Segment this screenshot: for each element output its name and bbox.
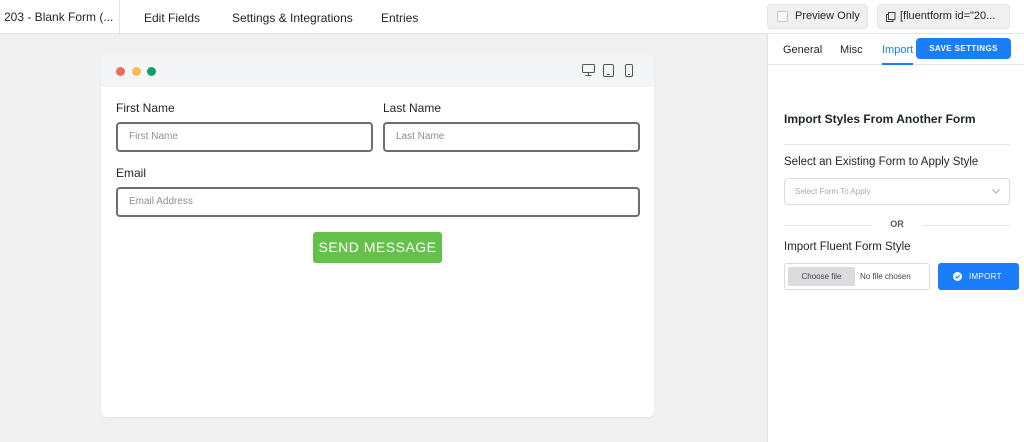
choose-file-button[interactable]: Choose file [788,267,855,286]
preview-label: Preview Only [795,10,860,22]
no-file-text: No file chosen [860,272,911,281]
first-name-label: First Name [116,101,175,115]
or-separator: OR [784,219,1010,231]
chevron-down-icon [992,189,1000,194]
window-dot-red [116,67,125,76]
nav-edit-fields[interactable]: Edit Fields [144,0,200,34]
last-name-input[interactable]: Last Name [383,122,640,152]
import-styles-title: Import Styles From Another Form [784,112,976,126]
import-file-label: Import Fluent Form Style [784,241,911,253]
tab-general[interactable]: General [783,34,822,65]
tab-import[interactable]: Import [882,34,914,65]
save-settings-button[interactable]: SAVE SETTINGS [916,38,1011,59]
check-circle-icon [953,272,962,281]
window-dot-yellow [132,67,141,76]
tab-misc[interactable]: Misc [840,34,863,65]
copy-icon [886,12,896,22]
form-preview-card: First Name First Name Last Name Last Nam… [101,55,654,417]
email-label: Email [116,166,147,180]
style-settings-panel: General Misc Import SAVE SETTINGS Import… [767,34,1024,442]
file-input[interactable]: Choose file No file chosen [784,263,930,290]
nav-entries[interactable]: Entries [381,0,418,34]
import-button-label: IMPORT [969,272,1002,281]
tablet-icon[interactable] [603,64,614,77]
mobile-icon[interactable] [625,64,633,77]
form-title[interactable]: 203 - Blank Form (... [4,0,113,34]
select-form-placeholder: Select Form To Apply [795,187,871,196]
last-name-label: Last Name [383,101,442,115]
or-line-right [922,225,1010,226]
window-dot-green [147,67,156,76]
preview-checkbox[interactable] [777,11,788,22]
select-form-label: Select an Existing Form to Apply Style [784,156,979,168]
preview-only-toggle[interactable]: Preview Only [767,4,868,29]
import-button[interactable]: IMPORT [938,263,1019,290]
or-text: OR [890,219,904,229]
nav-settings-integrations[interactable]: Settings & Integrations [232,0,353,34]
send-message-button[interactable]: SEND MESSAGE [313,232,442,263]
panel-tabs: General Misc Import SAVE SETTINGS [768,34,1024,65]
topbar-divider [119,0,120,34]
top-bar: 203 - Blank Form (... Edit Fields Settin… [0,0,1024,34]
first-name-input[interactable]: First Name [116,122,373,152]
shortcode-copy-button[interactable]: [fluentform id="20... [877,4,1010,29]
desktop-icon[interactable] [582,64,595,76]
preview-window-header [101,55,654,87]
email-input[interactable]: Email Address [116,187,640,217]
shortcode-text: [fluentform id="20... [900,10,996,22]
section-divider [784,144,1010,145]
select-form-dropdown[interactable]: Select Form To Apply [784,178,1010,205]
